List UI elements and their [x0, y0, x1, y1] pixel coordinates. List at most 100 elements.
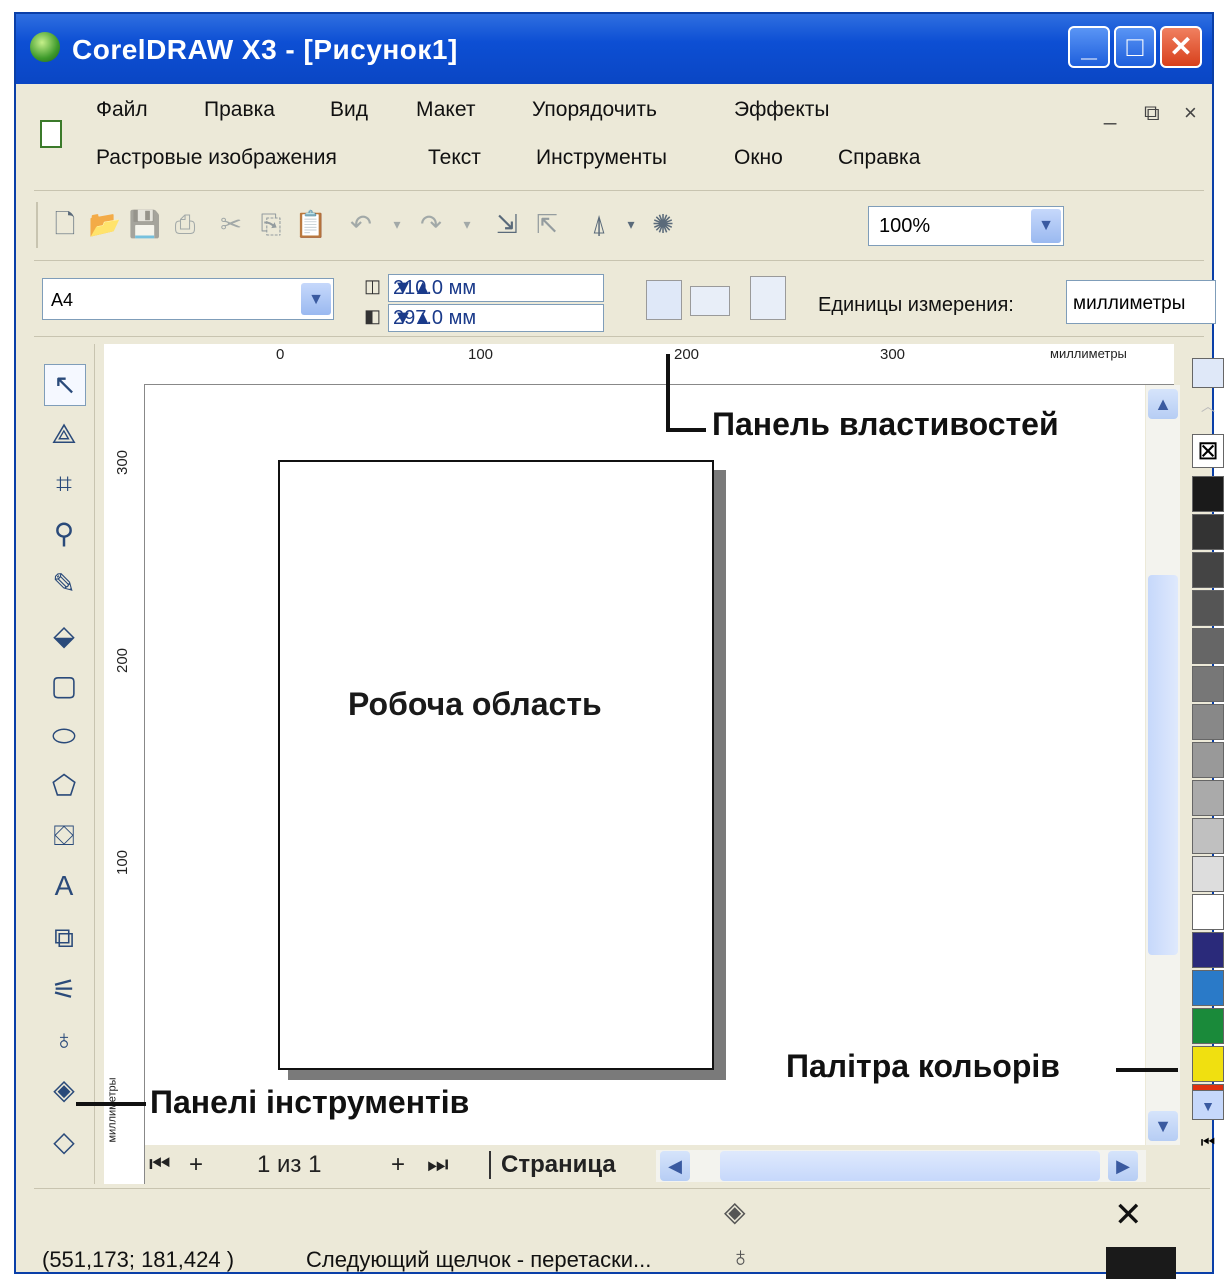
palette-first-icon[interactable]: ⏮ [1192, 1134, 1224, 1160]
scroll-left-button[interactable]: ◀ [660, 1151, 690, 1181]
open-icon[interactable]: 📂 [88, 206, 122, 242]
print-icon[interactable]: ⎙ [168, 206, 202, 242]
interactive-fill-tool-icon[interactable]: ◇ [44, 1122, 84, 1162]
no-fill-swatch[interactable]: ⊠ [1192, 434, 1224, 468]
width-spinner-icon[interactable]: ▼▲ [393, 277, 599, 300]
color-swatch[interactable] [1192, 780, 1224, 816]
eyedropper-tool-icon[interactable]: ⚟ [44, 970, 84, 1010]
rectangle-tool-icon[interactable]: ▢ [44, 666, 84, 706]
zoom-tool-icon[interactable]: ⚲ [44, 514, 84, 554]
menu-edit[interactable]: Правка [204, 98, 275, 122]
chevron-down-icon[interactable]: ▼ [1031, 209, 1061, 243]
color-swatch[interactable] [1192, 818, 1224, 854]
color-swatch[interactable] [1192, 514, 1224, 550]
import-icon[interactable]: ⇲ [490, 206, 524, 242]
close-button[interactable]: ✕ [1160, 26, 1202, 68]
export-icon[interactable]: ⇱ [530, 206, 564, 242]
color-swatch[interactable] [1192, 1046, 1224, 1082]
scroll-right-button[interactable]: ▶ [1108, 1151, 1138, 1181]
horizontal-ruler[interactable]: 0 100 200 300 миллиметры [104, 344, 1174, 385]
horizontal-scroll-thumb[interactable] [720, 1151, 1100, 1181]
color-swatch[interactable] [1192, 1008, 1224, 1044]
freehand-tool-icon[interactable]: ✎ [44, 564, 84, 604]
ruler-units: миллиметры [1050, 346, 1127, 361]
redo-icon[interactable]: ↷ [414, 206, 448, 242]
first-page-icon[interactable]: ⏮ [149, 1151, 171, 1179]
undo-dropdown-icon[interactable]: ▾ [380, 206, 414, 242]
color-swatch[interactable] [1192, 628, 1224, 664]
height-spinner-icon[interactable]: ▼▲ [393, 307, 599, 330]
palette-flyout-button[interactable] [1192, 358, 1224, 388]
menu-file[interactable]: Файл [96, 98, 148, 122]
menu-text[interactable]: Текст [428, 146, 481, 170]
cut-icon[interactable]: ✂ [214, 206, 248, 242]
add-page-before-icon[interactable]: + [189, 1151, 203, 1179]
application-launcher-icon[interactable]: ⍋ [582, 206, 616, 242]
save-icon[interactable]: 💾 [128, 206, 162, 242]
color-swatch[interactable] [1192, 552, 1224, 588]
minimize-button[interactable]: _ [1068, 26, 1110, 68]
interactive-blend-tool-icon[interactable]: ⧉ [44, 918, 84, 958]
menu-bitmaps[interactable]: Растровые изображения [96, 146, 337, 170]
scroll-up-button[interactable]: ▲ [1148, 389, 1178, 419]
ellipse-tool-icon[interactable]: ⬭ [44, 716, 84, 756]
crop-tool-icon[interactable]: ⌗ [44, 464, 84, 504]
paste-icon[interactable]: 📋 [294, 206, 328, 242]
smart-fill-tool-icon[interactable]: ⬙ [44, 616, 84, 656]
color-swatch[interactable] [1192, 666, 1224, 702]
outline-tool-icon[interactable]: ♁ [44, 1020, 84, 1060]
portrait-button[interactable] [646, 280, 682, 320]
last-page-icon[interactable]: ⏭ [427, 1151, 449, 1179]
launcher-dropdown-icon[interactable]: ▾ [614, 206, 648, 242]
redo-dropdown-icon[interactable]: ▾ [450, 206, 484, 242]
doc-restore-button[interactable]: ⧉ [1144, 100, 1160, 126]
units-select[interactable]: миллиметры [1066, 280, 1216, 324]
color-swatch[interactable] [1192, 856, 1224, 892]
vertical-scroll-thumb[interactable] [1148, 575, 1178, 955]
palette-scroll-up-icon[interactable]: ︿ [1192, 396, 1224, 416]
new-icon[interactable]: 🗋 [48, 206, 82, 242]
color-swatch[interactable] [1192, 704, 1224, 740]
pick-tool-icon[interactable]: ↖ [44, 364, 86, 406]
vertical-ruler[interactable]: 300 200 100 миллиметры [104, 384, 145, 1184]
undo-icon[interactable]: ↶ [344, 206, 378, 242]
polygon-tool-icon[interactable]: ⬠ [44, 766, 84, 806]
chevron-down-icon[interactable]: ▼ [301, 283, 331, 315]
drawing-page[interactable] [278, 460, 714, 1070]
menu-tools[interactable]: Инструменты [536, 146, 667, 170]
paper-size-select[interactable]: A4 ▼ [42, 278, 334, 320]
vertical-scrollbar[interactable]: ▲ ▼ [1146, 385, 1180, 1145]
page-width-field[interactable]: 210.0 мм ▼▲ [388, 274, 604, 302]
landscape-button[interactable] [690, 286, 730, 316]
menu-layout[interactable]: Макет [416, 98, 475, 122]
all-pages-button[interactable] [750, 276, 786, 320]
zoom-level-select[interactable]: 100% ▼ [868, 206, 1064, 246]
doc-minimize-button[interactable]: _ [1104, 100, 1116, 126]
welcome-screen-icon[interactable]: ✺ [646, 206, 680, 242]
color-swatch[interactable] [1192, 742, 1224, 778]
ruler-label: 200 [674, 346, 700, 363]
copy-icon[interactable]: ⎘ [254, 206, 288, 242]
color-swatch[interactable] [1192, 932, 1224, 968]
menu-view[interactable]: Вид [330, 98, 368, 122]
shape-tool-icon[interactable]: ⟁ [44, 414, 84, 454]
maximize-button[interactable]: □ [1114, 26, 1156, 68]
color-swatch[interactable] [1192, 894, 1224, 930]
title-bar[interactable]: CorelDRAW X3 - [Рисунок1] _ □ ✕ [16, 14, 1212, 84]
menu-arrange[interactable]: Упорядочить [532, 98, 657, 122]
text-tool-icon[interactable]: A [44, 866, 84, 906]
menu-help[interactable]: Справка [838, 146, 920, 170]
color-swatch[interactable] [1192, 476, 1224, 512]
color-swatch[interactable] [1192, 590, 1224, 626]
tab-page-1[interactable]: Страница [489, 1151, 616, 1179]
basic-shapes-tool-icon[interactable]: ⛋ [44, 816, 84, 856]
doc-close-button[interactable]: × [1184, 100, 1197, 126]
menu-effects[interactable]: Эффекты [734, 98, 829, 122]
palette-scroll-down-icon[interactable]: ▼ [1192, 1090, 1224, 1120]
menu-window[interactable]: Окно [734, 146, 783, 170]
page-height-field[interactable]: 297.0 мм ▼▲ [388, 304, 604, 332]
add-page-after-icon[interactable]: + [391, 1151, 405, 1179]
scroll-down-button[interactable]: ▼ [1148, 1111, 1178, 1141]
color-swatch[interactable] [1192, 970, 1224, 1006]
horizontal-scrollbar[interactable]: ◀ ▶ [656, 1150, 1146, 1182]
